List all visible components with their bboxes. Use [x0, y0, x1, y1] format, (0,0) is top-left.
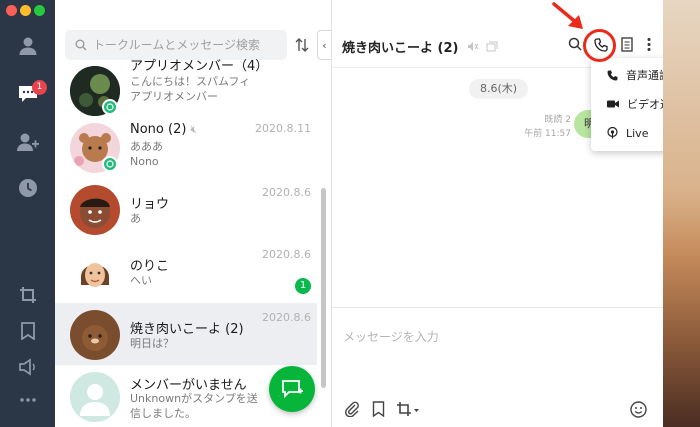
- chat-name: アプリオメンバー（4）: [130, 59, 269, 74]
- attach-paperclip-icon[interactable]: [344, 401, 360, 421]
- chat-preview-line: 信しました。: [130, 407, 196, 420]
- message-input[interactable]: [343, 328, 643, 378]
- chat-date: 2020.8.6: [262, 311, 311, 324]
- notes-icon[interactable]: [621, 37, 633, 56]
- chat-preview: あ: [130, 211, 141, 226]
- navigation-rail: 1: [0, 0, 55, 427]
- chat-row-yakiniku[interactable]: 焼き肉いこーよ (2) 明日は？ 2020.8.6: [55, 303, 317, 365]
- window-close-button[interactable]: [6, 5, 17, 16]
- chat-row-group-apprio[interactable]: アプリオメンバー（4） こんにちは！スパムフィ アプリオメンバー: [55, 59, 317, 121]
- more-dots-icon[interactable]: [0, 392, 55, 408]
- compose-area: [332, 307, 663, 427]
- chat-name-text: Nono (2): [130, 122, 187, 137]
- crop-screenshot-icon[interactable]: [396, 401, 420, 421]
- search-icon[interactable]: [568, 36, 582, 55]
- annotation-arrow-icon: [552, 2, 583, 29]
- keep-bookmark-icon[interactable]: [372, 401, 385, 421]
- video-camera-icon: [607, 100, 619, 108]
- search-icon: [75, 39, 87, 51]
- chat-title: 焼き肉いこーよ (2): [342, 37, 498, 56]
- chat-date: 2020.8.6: [262, 186, 311, 199]
- date-divider: 8.6(木): [469, 79, 528, 99]
- muted-speaker-icon: 🔇︎: [190, 123, 198, 136]
- chat-date: 2020.8.11: [255, 122, 311, 135]
- search-input[interactable]: [93, 38, 283, 52]
- chat-preview: あああ Nono: [130, 139, 163, 169]
- live-broadcast-icon: [607, 127, 618, 139]
- unread-count-badge: 1: [295, 278, 311, 294]
- add-friend-icon[interactable]: [0, 130, 55, 154]
- read-status: 既読 2: [544, 115, 571, 125]
- phone-icon: [607, 70, 618, 80]
- chat-list-scrollbar[interactable]: [321, 188, 326, 388]
- message-time: 午前 11:57: [524, 129, 571, 139]
- keep-bookmark-icon[interactable]: [0, 320, 55, 342]
- chats-icon[interactable]: 1: [0, 80, 55, 106]
- history-clock-icon[interactable]: [0, 176, 55, 200]
- chat-list-panel: ‹ アプリオメンバー（4） こんにちは！スパムフィ アプリオメンバー Nono …: [55, 0, 332, 427]
- chat-preview-line: アプリオメンバー: [130, 90, 218, 103]
- chat-name: 焼き肉いこーよ (2): [130, 322, 244, 337]
- announcement-speaker-icon[interactable]: [0, 356, 55, 378]
- chat-title-text: 焼き肉いこーよ (2): [342, 41, 459, 56]
- friends-icon[interactable]: [0, 34, 55, 58]
- chat-row-noriko[interactable]: のりこ へい 2020.8.6 1: [55, 240, 317, 302]
- menu-item-label: Live: [626, 126, 649, 140]
- chat-preview-line: こんにちは！スパムフィ: [130, 75, 251, 88]
- muted-speaker-icon: [468, 42, 479, 51]
- new-chat-button[interactable]: [269, 366, 315, 412]
- chat-name: のりこ: [130, 259, 170, 274]
- chat-preview: 明日は？: [130, 336, 174, 351]
- chat-name: リョウ: [130, 197, 170, 212]
- noriko-avatar: [70, 247, 120, 297]
- chats-unread-badge: 1: [32, 80, 47, 95]
- annotation-highlight-circle: [583, 29, 616, 62]
- default-user-avatar: [70, 372, 120, 422]
- emoji-smiley-icon[interactable]: [630, 401, 647, 422]
- chat-row-ryou[interactable]: リョウ あ 2020.8.6: [55, 178, 317, 240]
- group-bear-avatar: [70, 310, 120, 360]
- group-chat-badge-icon: [102, 156, 118, 172]
- chat-preview-line: あああ: [130, 140, 163, 153]
- chevron-left-icon: ‹: [322, 38, 327, 52]
- collapse-list-button[interactable]: ‹: [317, 30, 331, 60]
- message-meta: 既読 2 午前 11:57: [503, 113, 571, 141]
- crop-screenshot-icon[interactable]: [0, 284, 55, 306]
- chat-preview: Unknownがスタンプを送 信しました。: [130, 391, 258, 421]
- ryou-avatar: [70, 185, 120, 235]
- chat-preview-line: Nono: [130, 155, 159, 168]
- group-chat-badge-icon: [102, 99, 118, 115]
- chat-preview-line: Unknownがスタンプを送: [130, 392, 258, 405]
- chat-preview: へい: [130, 273, 152, 288]
- chat-preview-line: 明日は？: [130, 337, 174, 350]
- window-minimize-button[interactable]: [20, 5, 31, 16]
- chat-preview-line: へい: [130, 274, 152, 287]
- more-vertical-icon[interactable]: [646, 37, 652, 56]
- window-zoom-button[interactable]: [34, 5, 45, 16]
- chat-preview: こんにちは！スパムフィ アプリオメンバー: [130, 74, 250, 104]
- chat-row-nono[interactable]: Nono (2) 🔇︎ あああ Nono 2020.8.11: [55, 116, 317, 178]
- chat-preview-line: あ: [130, 212, 141, 225]
- new-chat-icon: [282, 380, 303, 399]
- sort-arrows-icon[interactable]: [293, 36, 311, 54]
- chat-name: Nono (2) 🔇︎: [130, 122, 197, 137]
- album-icon: [486, 41, 498, 52]
- chat-date: 2020.8.6: [262, 248, 311, 261]
- desktop-wallpaper: [663, 0, 700, 427]
